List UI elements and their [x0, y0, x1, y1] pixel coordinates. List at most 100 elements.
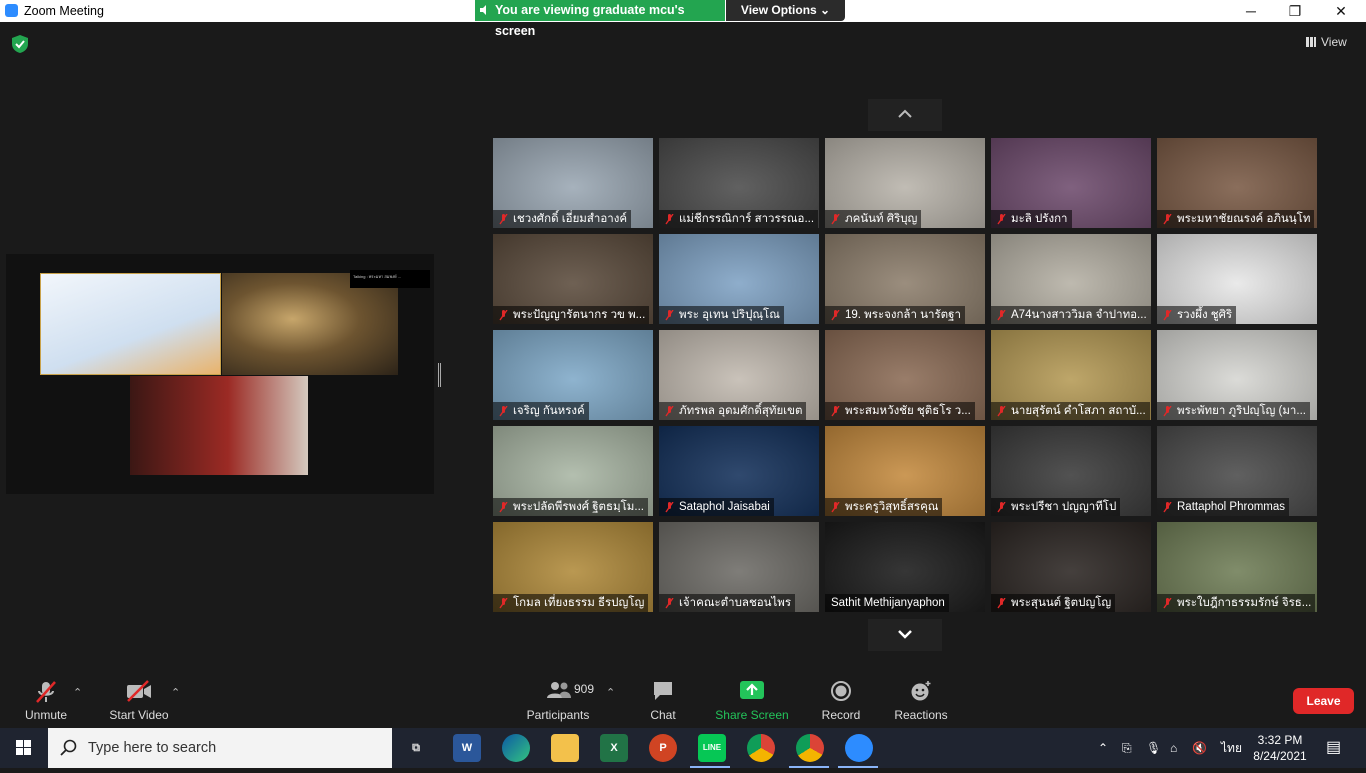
participant-tile[interactable]: 19. พระจงกล้า นารัตฐา [825, 234, 985, 324]
network-icon[interactable]: ⌂ [1170, 728, 1177, 768]
restore-button[interactable]: ❐ [1272, 0, 1318, 22]
participant-tile[interactable]: พระปลัดพีรพงศ์ ฐิตธมฺโม... [493, 426, 653, 516]
microphone-muted-icon [997, 598, 1006, 609]
participant-tile[interactable]: นายสุรัตน์ คำโสภา สถาบั... [991, 330, 1151, 420]
split-resize-handle[interactable] [438, 363, 441, 387]
participant-tile[interactable]: พระครูวิสุทธิ์สรคุณ [825, 426, 985, 516]
gallery-grid: เชวงศักดิ์ เอี่ยมสำอางค์ แม่ชีกรรณิการ์ ส… [493, 138, 1317, 612]
chat-icon [654, 682, 672, 700]
participant-name-text: รวงผึ้ง ชูศิริ [1177, 309, 1233, 321]
clock-date: 8/24/2021 [1253, 749, 1307, 763]
participant-name-text: พระสุนนต์ ฐิตปญโญ [1011, 597, 1112, 609]
reactions-button[interactable]: Reactions [890, 672, 952, 728]
participant-name: พระสมหวังชัย ชุติธโร ว... [825, 402, 975, 420]
participant-name: ภคนันท์ ศิริบุญ [825, 210, 922, 228]
audio-options-caret[interactable]: ⌃ [73, 686, 82, 699]
microphone-muted-icon [1163, 502, 1172, 513]
unmute-button[interactable]: Unmute [16, 672, 76, 728]
participant-tile[interactable]: รวงผึ้ง ชูศิริ [1157, 234, 1317, 324]
language-indicator[interactable]: ไทย [1221, 728, 1242, 768]
word-icon[interactable]: W [453, 734, 481, 762]
chrome-profile-icon[interactable] [796, 734, 824, 762]
minimize-button[interactable]: ─ [1228, 0, 1274, 22]
zoom-taskbar-icon[interactable] [845, 734, 873, 762]
participant-tile[interactable]: เจริญ กันหรงค์ [493, 330, 653, 420]
close-button[interactable]: ✕ [1318, 0, 1364, 22]
participant-name: พระครูวิสุทธิ์สรคุณ [825, 498, 943, 516]
page-up-button[interactable] [868, 99, 942, 131]
participant-tile[interactable]: แม่ชีกรรณิการ์ สาวรรณอ... [659, 138, 819, 228]
participant-name-text: โกมล เที่ยงธรรม ธีรปญโญ [513, 597, 645, 609]
participant-name-text: A74นางสาววิมล จำปาทอ... [1011, 309, 1147, 321]
start-button[interactable] [0, 728, 48, 768]
participant-name: พระปลัดพีรพงศ์ ฐิตธมฺโม... [493, 498, 648, 516]
start-video-button[interactable]: Start Video [104, 672, 174, 728]
record-button[interactable]: Record [816, 672, 866, 728]
shared-screen: Talking : พระมหา สมพงษ์ ... [6, 254, 434, 494]
page-down-button[interactable] [868, 619, 942, 651]
taskbar-search-box[interactable]: Type here to search [48, 728, 392, 768]
participant-tile[interactable]: พระ อุเทน ปริปุณฺโณ [659, 234, 819, 324]
powerpoint-icon[interactable]: P [649, 734, 677, 762]
participant-tile[interactable]: พระสุนนต์ ฐิตปญโญ [991, 522, 1151, 612]
line-icon[interactable]: LINE [698, 734, 726, 762]
microphone-muted-icon [997, 214, 1006, 225]
view-layout-button[interactable]: View [1306, 35, 1347, 49]
participant-tile[interactable]: พระสมหวังชัย ชุติธโร ว... [825, 330, 985, 420]
participant-name: พระปรีชา ปญญาทีโป [991, 498, 1121, 516]
participants-options-caret[interactable]: ⌃ [606, 686, 615, 699]
participants-button[interactable]: Participants [522, 672, 594, 728]
security-shield-icon[interactable] [12, 35, 28, 53]
participant-name-text: เจ้าคณะตำบลชอนไพร [679, 597, 792, 609]
participant-name: พระมหาชัยณรงค์ อภินนฺโท [1157, 210, 1315, 228]
participant-tile[interactable]: ภคนันท์ ศิริบุญ [825, 138, 985, 228]
participant-name-text: ภคนันท์ ศิริบุญ [845, 213, 918, 225]
participant-name: 19. พระจงกล้า นารัตฐา [825, 306, 965, 324]
microphone-muted-icon [831, 406, 840, 417]
participant-tile[interactable]: ภัทรพล อุดมศักดิ์สุทัยเขต [659, 330, 819, 420]
participant-tile[interactable]: โกมล เที่ยงธรรม ธีรปญโญ [493, 522, 653, 612]
participant-tile[interactable]: พระมหาชัยณรงค์ อภินนฺโท [1157, 138, 1317, 228]
microphone-muted-icon [36, 681, 56, 703]
chevron-up-icon [898, 109, 912, 118]
microphone-muted-icon [831, 214, 840, 225]
notifications-icon[interactable]: ▤ [1326, 728, 1341, 768]
microphone-muted-icon [997, 502, 1006, 513]
leave-button[interactable]: Leave [1293, 688, 1354, 714]
participant-tile[interactable]: Rattaphol Phrommas [1157, 426, 1317, 516]
participant-tile[interactable]: เจ้าคณะตำบลชอนไพร [659, 522, 819, 612]
show-hidden-icons[interactable]: ⌃ [1098, 728, 1108, 768]
participant-name-text: แม่ชีกรรณิการ์ สาวรรณอ... [679, 213, 815, 225]
participant-tile[interactable]: พระพัทยา ภูริปญฺโญ (มา... [1157, 330, 1317, 420]
video-options-caret[interactable]: ⌃ [171, 686, 180, 699]
chat-button[interactable]: Chat [640, 672, 686, 728]
participant-tile[interactable]: เชวงศักดิ์ เอี่ยมสำอางค์ [493, 138, 653, 228]
chrome-icon[interactable] [747, 734, 775, 762]
smiley-icon [911, 681, 931, 701]
volume-muted-icon[interactable]: 🔇 [1192, 728, 1207, 768]
participant-tile[interactable]: พระปรีชา ปญญาทีโป [991, 426, 1151, 516]
taskbar-clock[interactable]: 3:32 PM 8/24/2021 [1248, 732, 1312, 764]
task-view-icon[interactable]: ⧉ [402, 734, 430, 762]
share-screen-button[interactable]: Share Screen [712, 672, 792, 728]
share-screen-label: Share Screen [715, 708, 789, 722]
participant-tile[interactable]: Sataphol Jaisabai [659, 426, 819, 516]
window-title: Zoom Meeting [24, 4, 104, 18]
microphone-muted-icon [1163, 310, 1172, 321]
record-label: Record [821, 708, 861, 722]
participant-tile[interactable]: พระปัญญารัตนากร วข พ... [493, 234, 653, 324]
edge-icon[interactable] [502, 734, 530, 762]
view-options-button[interactable]: View Options ⌄ [726, 0, 845, 21]
participant-tile[interactable]: มะลิ ปรังกา [991, 138, 1151, 228]
participant-tile[interactable]: พระใบฎีกาธรรมรักษ์ จิรธ... [1157, 522, 1317, 612]
microphone-tray-icon[interactable]: 🎙 [1146, 728, 1161, 768]
participant-name: ภัทรพล อุดมศักดิ์สุทัยเขต [659, 402, 807, 420]
participants-label: Participants [526, 708, 590, 722]
file-explorer-icon[interactable] [551, 734, 579, 762]
participant-name-text: 19. พระจงกล้า นารัตฐา [845, 309, 961, 321]
meet-now-icon[interactable]: ⎘ [1122, 728, 1132, 768]
microphone-muted-icon [665, 310, 674, 321]
participant-tile[interactable]: Sathit Methijanyaphon [825, 522, 985, 612]
excel-icon[interactable]: X [600, 734, 628, 762]
participant-tile[interactable]: A74นางสาววิมล จำปาทอ... [991, 234, 1151, 324]
